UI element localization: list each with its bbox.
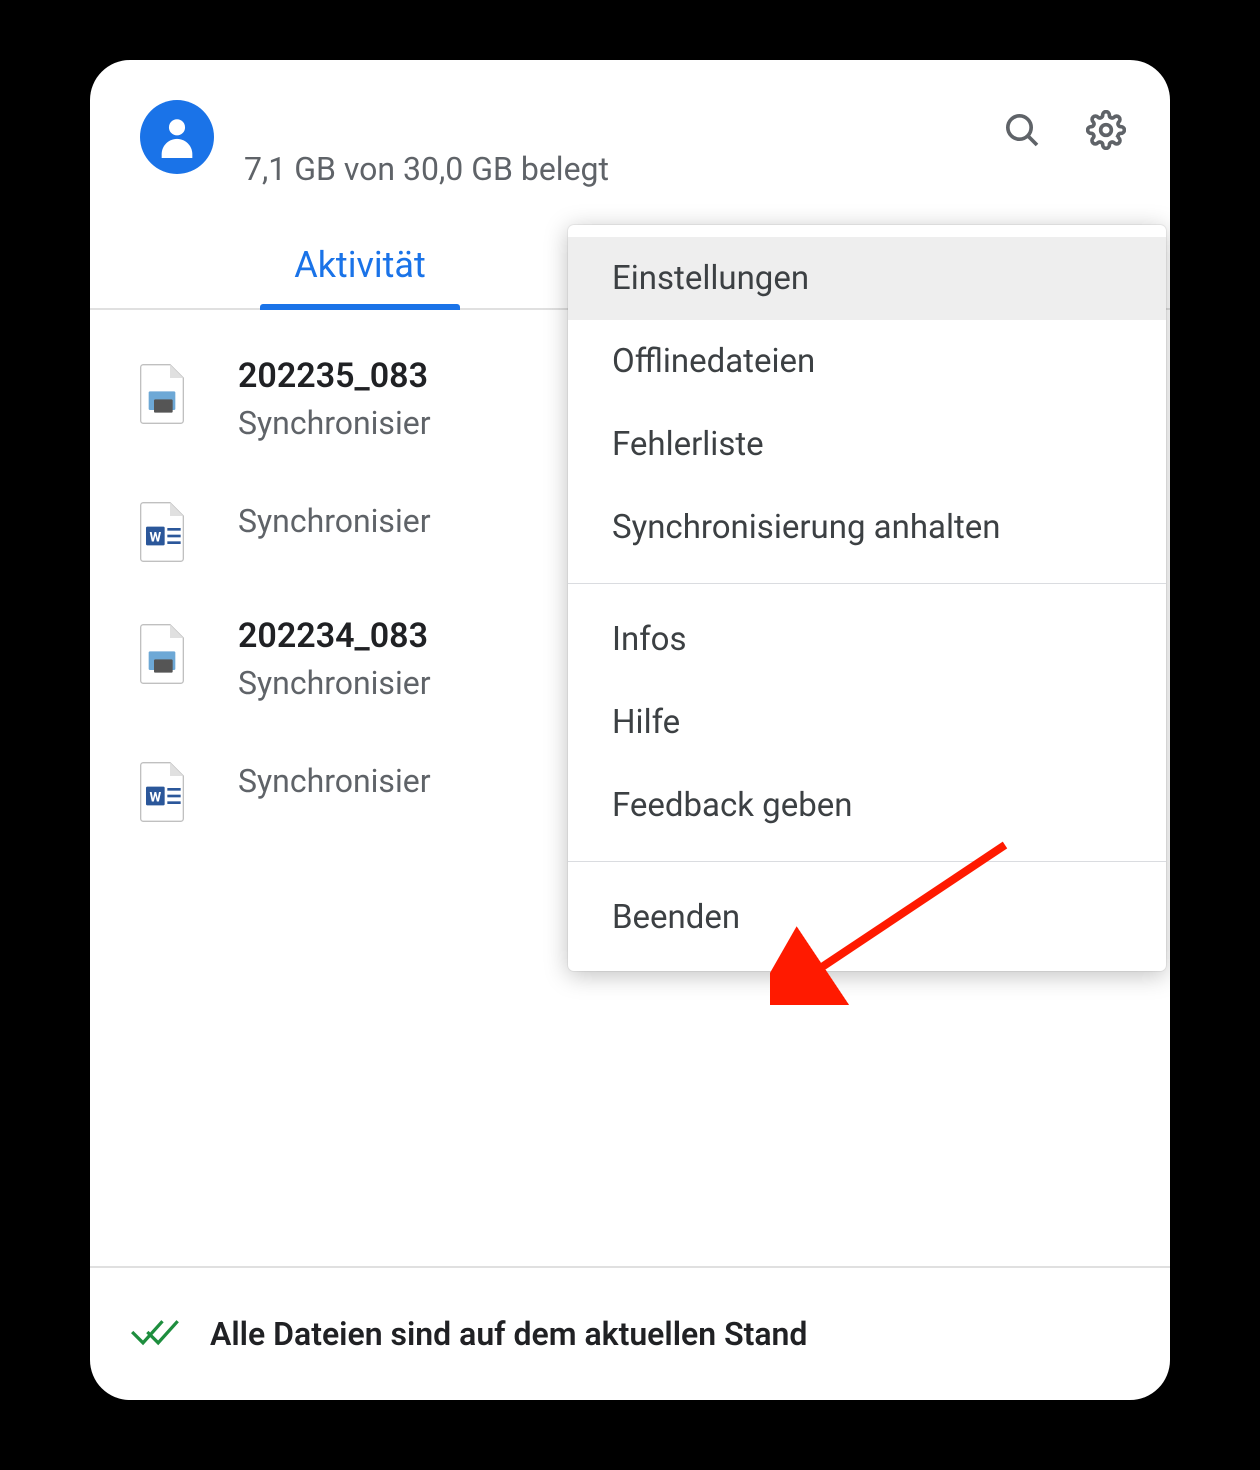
header-actions: [998, 108, 1130, 156]
menu-divider: [568, 583, 1166, 584]
gear-icon: [1086, 110, 1126, 154]
menu-quit[interactable]: Beenden: [568, 876, 1166, 959]
person-icon: [154, 112, 200, 162]
tab-label: Aktivität: [294, 244, 426, 286]
image-file-icon: [130, 362, 194, 426]
menu-help[interactable]: Hilfe: [568, 681, 1166, 764]
header: 7,1 GB von 30,0 GB belegt: [90, 60, 1170, 188]
search-button[interactable]: [998, 108, 1046, 156]
settings-button[interactable]: [1082, 108, 1130, 156]
image-file-icon: [130, 622, 194, 686]
menu-settings[interactable]: Einstellungen: [568, 237, 1166, 320]
menu-feedback[interactable]: Feedback geben: [568, 764, 1166, 847]
footer-status-text: Alle Dateien sind auf dem aktuellen Stan…: [210, 1315, 807, 1353]
word-file-icon: W: [130, 500, 194, 564]
account-avatar[interactable]: [140, 100, 214, 174]
drive-panel: 7,1 GB von 30,0 GB belegt Aktivität: [90, 60, 1170, 1400]
settings-menu: Einstellungen Offlinedateien Fehlerliste…: [568, 225, 1166, 971]
menu-divider: [568, 861, 1166, 862]
menu-offline-files[interactable]: Offlinedateien: [568, 320, 1166, 403]
menu-about[interactable]: Infos: [568, 598, 1166, 681]
svg-text:W: W: [149, 790, 161, 805]
footer-status: Alle Dateien sind auf dem aktuellen Stan…: [90, 1266, 1170, 1400]
search-icon: [1002, 110, 1042, 154]
svg-text:W: W: [149, 530, 161, 545]
menu-error-list[interactable]: Fehlerliste: [568, 403, 1166, 486]
storage-usage-text: 7,1 GB von 30,0 GB belegt: [244, 150, 609, 188]
word-file-icon: W: [130, 760, 194, 824]
menu-pause-sync[interactable]: Synchronisierung anhalten: [568, 486, 1166, 569]
double-check-icon: [130, 1310, 182, 1358]
tab-activity[interactable]: Aktivität: [90, 218, 630, 308]
